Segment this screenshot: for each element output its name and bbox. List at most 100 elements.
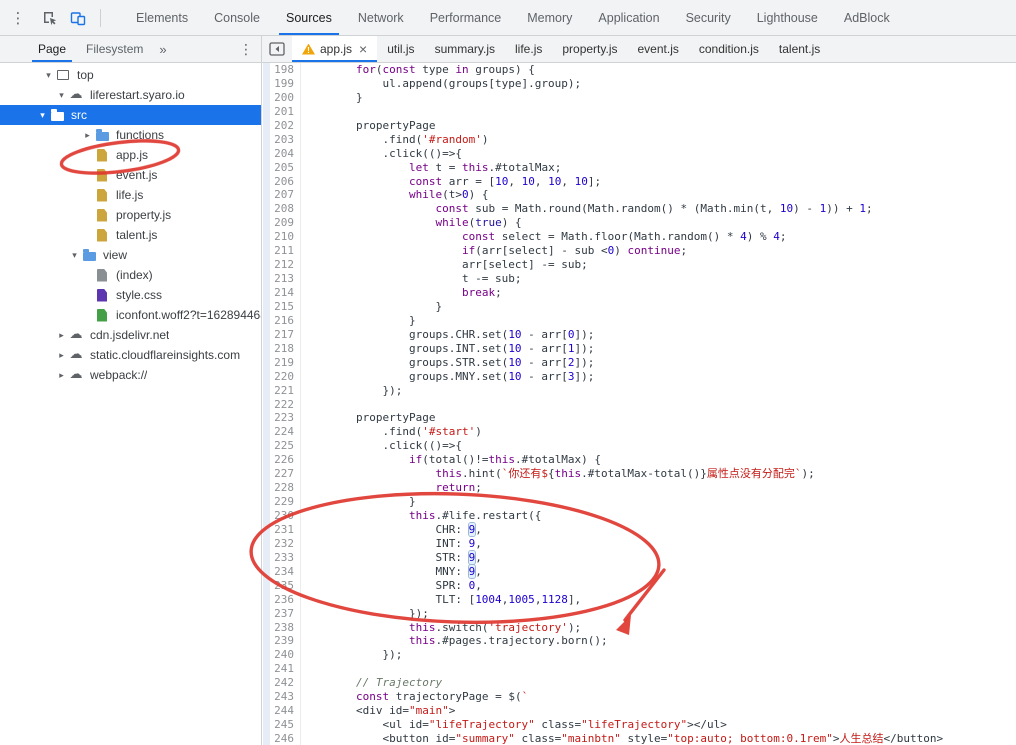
- line-number[interactable]: 235: [270, 578, 301, 593]
- line-number[interactable]: 221: [270, 383, 301, 398]
- line-number[interactable]: 229: [270, 495, 301, 509]
- tab-sources[interactable]: Sources: [273, 0, 345, 35]
- line-number[interactable]: 231: [270, 522, 301, 537]
- line-number[interactable]: 230: [270, 509, 301, 523]
- sidebar-item-static-cloudflareinsights-com[interactable]: ▸ ☁ static.cloudflareinsights.com: [36, 345, 261, 365]
- line-number[interactable]: 218: [270, 341, 301, 356]
- line-number[interactable]: 212: [270, 258, 301, 273]
- line-number[interactable]: 232: [270, 536, 301, 551]
- file-tab-condition-js[interactable]: condition.js: [689, 36, 769, 62]
- sidebar-item-life-js[interactable]: life.js: [36, 185, 261, 205]
- file-tab-summary-js[interactable]: summary.js: [425, 36, 505, 62]
- line-number[interactable]: 213: [270, 272, 301, 286]
- file-tab-event-js[interactable]: event.js: [628, 36, 689, 62]
- line-number[interactable]: 222: [270, 397, 301, 412]
- main-menu-kebab-icon[interactable]: ⋮: [0, 9, 36, 27]
- line-number[interactable]: 227: [270, 467, 301, 482]
- code-editor[interactable]: 198 for(const type in groups) {199 ul.ap…: [263, 63, 1016, 745]
- line-number[interactable]: 239: [270, 634, 301, 649]
- file-tab-app-js[interactable]: ! app.js ×: [292, 36, 378, 62]
- sidebar-item-view[interactable]: ▾ view: [36, 245, 261, 265]
- line-number[interactable]: 238: [270, 620, 301, 635]
- line-number[interactable]: 210: [270, 230, 301, 245]
- line-number[interactable]: 244: [270, 704, 301, 719]
- navigator-tab-filesystem[interactable]: Filesystem: [76, 36, 153, 62]
- chevron-right-icon[interactable]: ▸: [81, 130, 94, 141]
- line-number[interactable]: 217: [270, 327, 301, 342]
- sidebar-item-cdn-jsdelivr-net[interactable]: ▸ ☁ cdn.jsdelivr.net: [36, 325, 261, 345]
- line-number[interactable]: 236: [270, 592, 301, 607]
- line-number[interactable]: 198: [270, 63, 301, 77]
- sidebar-item-index[interactable]: (index): [36, 265, 261, 285]
- file-tab-util-js[interactable]: util.js: [377, 36, 424, 62]
- chevron-down-icon[interactable]: ▾: [36, 110, 49, 121]
- inspect-element-icon[interactable]: [38, 6, 62, 30]
- line-number[interactable]: 202: [270, 118, 301, 133]
- line-number[interactable]: 234: [270, 564, 301, 579]
- line-number[interactable]: 211: [270, 244, 301, 259]
- line-number[interactable]: 225: [270, 439, 301, 454]
- sidebar-item-iconfont-woff2-t-162894468[interactable]: iconfont.woff2?t=162894468: [36, 305, 261, 325]
- line-number[interactable]: 204: [270, 146, 301, 161]
- line-number[interactable]: 242: [270, 676, 301, 691]
- chevron-down-icon[interactable]: ▾: [55, 90, 68, 101]
- line-number[interactable]: 219: [270, 355, 301, 370]
- sidebar-item-liferestart-syaro-io[interactable]: ▾ ☁ liferestart.syaro.io: [36, 85, 261, 105]
- chevron-right-icon[interactable]: ▸: [55, 350, 68, 361]
- tab-console[interactable]: Console: [201, 0, 273, 35]
- navigator-tab-page[interactable]: Page: [28, 36, 76, 62]
- line-number[interactable]: 233: [270, 550, 301, 565]
- chevron-right-icon[interactable]: ▸: [55, 370, 68, 381]
- line-number[interactable]: 199: [270, 76, 301, 91]
- line-number[interactable]: 246: [270, 732, 301, 745]
- line-number[interactable]: 208: [270, 202, 301, 217]
- line-number[interactable]: 226: [270, 453, 301, 468]
- hide-navigator-button[interactable]: [262, 36, 292, 62]
- line-number[interactable]: 237: [270, 606, 301, 621]
- line-number[interactable]: 240: [270, 648, 301, 663]
- file-tab-property-js[interactable]: property.js: [552, 36, 627, 62]
- tab-adblock[interactable]: AdBlock: [831, 0, 903, 35]
- line-number[interactable]: 203: [270, 132, 301, 147]
- tab-network[interactable]: Network: [345, 0, 417, 35]
- chevron-down-icon[interactable]: ▾: [42, 70, 55, 81]
- line-number[interactable]: 223: [270, 411, 301, 426]
- chevron-right-icon[interactable]: ▸: [55, 330, 68, 341]
- line-number[interactable]: 214: [270, 286, 301, 300]
- line-number[interactable]: 209: [270, 216, 301, 231]
- sidebar-item-talent-js[interactable]: talent.js: [36, 225, 261, 245]
- line-number[interactable]: 220: [270, 369, 301, 384]
- sidebar-item-webpack[interactable]: ▸ ☁ webpack://: [36, 365, 261, 385]
- line-number[interactable]: 205: [270, 160, 301, 175]
- chevron-down-icon[interactable]: ▾: [68, 250, 81, 261]
- line-number[interactable]: 245: [270, 718, 301, 732]
- file-tab-talent-js[interactable]: talent.js: [769, 36, 830, 62]
- line-number[interactable]: 200: [270, 90, 301, 105]
- sidebar-item-property-js[interactable]: property.js: [36, 205, 261, 225]
- sidebar-item-src[interactable]: ▾ src: [0, 105, 261, 125]
- tab-performance[interactable]: Performance: [417, 0, 515, 35]
- sidebar-item-style-css[interactable]: style.css: [36, 285, 261, 305]
- tab-security[interactable]: Security: [673, 0, 744, 35]
- sidebar-item-top[interactable]: ▾ top: [36, 65, 261, 85]
- sidebar-item-functions[interactable]: ▸ functions: [36, 125, 261, 145]
- close-icon[interactable]: ×: [359, 41, 367, 57]
- line-number[interactable]: 243: [270, 690, 301, 705]
- tab-application[interactable]: Application: [585, 0, 672, 35]
- line-number[interactable]: 216: [270, 313, 301, 328]
- line-number[interactable]: 241: [270, 662, 301, 677]
- tab-memory[interactable]: Memory: [514, 0, 585, 35]
- line-number[interactable]: 201: [270, 104, 301, 119]
- sidebar-item-app-js[interactable]: app.js: [36, 145, 261, 165]
- file-tab-life-js[interactable]: life.js: [505, 36, 552, 62]
- line-number[interactable]: 228: [270, 481, 301, 496]
- tab-elements[interactable]: Elements: [123, 0, 201, 35]
- line-number[interactable]: 224: [270, 425, 301, 440]
- line-number[interactable]: 207: [270, 188, 301, 203]
- overflow-chevrons-icon[interactable]: »: [153, 42, 172, 57]
- tab-lighthouse[interactable]: Lighthouse: [744, 0, 831, 35]
- line-number[interactable]: 206: [270, 174, 301, 189]
- sidebar-item-event-js[interactable]: event.js: [36, 165, 261, 185]
- device-toolbar-icon[interactable]: [66, 6, 90, 30]
- line-number[interactable]: 215: [270, 299, 301, 314]
